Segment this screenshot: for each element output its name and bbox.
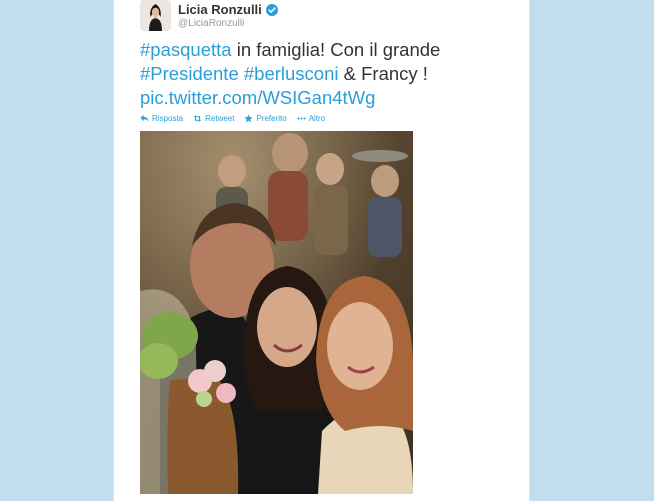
favorite-label: Preferito: [256, 114, 287, 123]
tweet-photo[interactable]: [140, 131, 413, 494]
hashtag-pasquetta[interactable]: #pasquetta: [140, 39, 232, 60]
author-avatar[interactable]: [140, 0, 171, 31]
reply-icon: [140, 114, 149, 122]
tweet-text: #pasquetta in famiglia! Con il grande #P…: [140, 38, 520, 110]
reply-label: Risposta: [152, 114, 184, 123]
more-label: Altro: [308, 114, 326, 123]
more-button[interactable]: Altro: [297, 114, 325, 123]
tweet-text-part2: & Francy !: [338, 63, 428, 84]
reply-button[interactable]: Risposta: [140, 114, 183, 123]
hashtag-berlusconi[interactable]: #berlusconi: [244, 63, 339, 84]
tweet-card: Licia Ronzulli @LiciaRonzulli #pasquetta…: [113, 0, 530, 501]
hashtag-presidente[interactable]: #Presidente: [140, 63, 239, 84]
retweet-icon: [193, 115, 202, 122]
author-handle[interactable]: @LiciaRonzulli: [178, 18, 244, 29]
verified-badge-icon: [265, 3, 278, 16]
favorite-star-icon: [244, 114, 254, 123]
author-name[interactable]: Licia Ronzulli: [178, 2, 262, 17]
retweet-button[interactable]: Retweet: [193, 114, 234, 123]
photo-link[interactable]: pic.twitter.com/WSIGan4tWg: [140, 87, 375, 108]
author-name-row: Licia Ronzulli: [178, 2, 278, 17]
retweet-label: Retweet: [205, 114, 235, 123]
avatar-photo: [140, 0, 171, 31]
selfie-photo: [140, 131, 413, 494]
more-dots-icon: [297, 117, 306, 120]
tweet-text-part1: in famiglia! Con il grande: [231, 39, 441, 60]
tweet-actions: Risposta Retweet Preferito Altro: [140, 114, 325, 123]
favorite-button[interactable]: Preferito: [244, 114, 287, 123]
